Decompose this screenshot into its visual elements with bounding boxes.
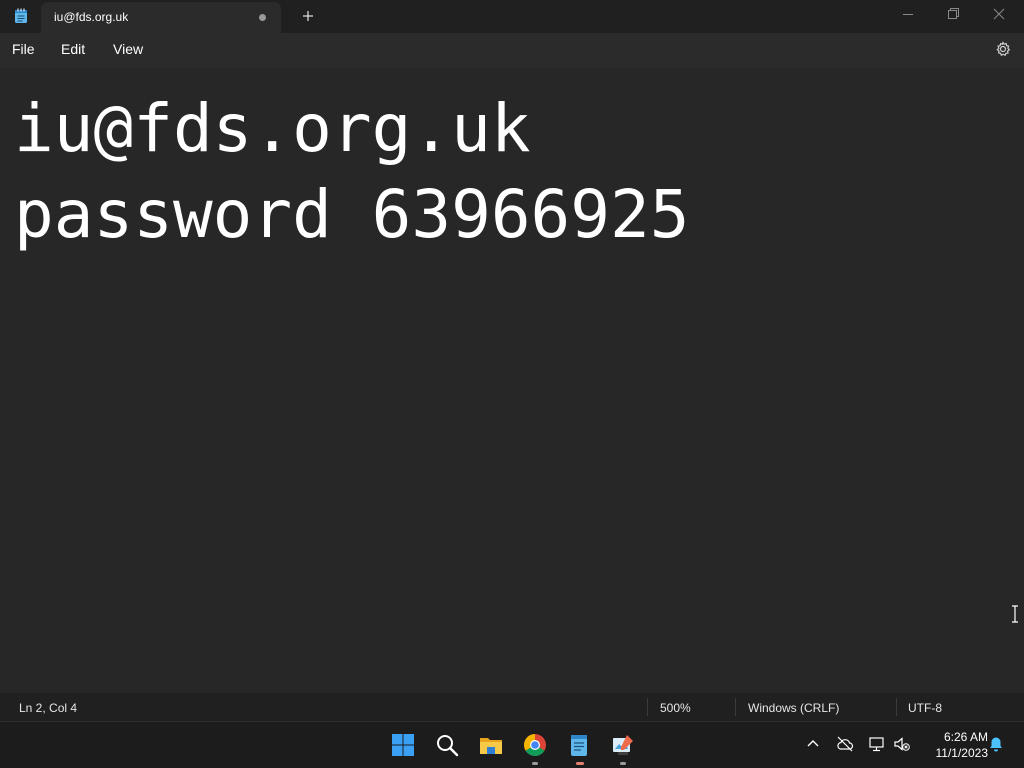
gear-icon[interactable] (993, 39, 1013, 59)
chrome-icon[interactable] (522, 732, 548, 758)
minimize-icon[interactable] (885, 0, 931, 30)
start-icon[interactable] (390, 732, 416, 758)
file-explorer-icon[interactable] (478, 732, 504, 758)
menu-edit[interactable]: Edit (61, 41, 85, 57)
restore-icon[interactable] (930, 0, 976, 30)
plus-icon[interactable] (296, 5, 320, 27)
text-cursor-icon (1012, 605, 1018, 623)
editor-line: password 63966925 (14, 176, 690, 253)
running-indicator (532, 762, 538, 765)
clock-time: 6:26 AM (943, 730, 988, 744)
encoding[interactable]: UTF-8 (908, 701, 942, 715)
menu-view[interactable]: View (113, 41, 143, 57)
text-editor[interactable]: iu@fds.org.uk password 63966925 (0, 68, 1024, 693)
clock-date: 11/1/2023 (935, 746, 989, 760)
editor-line: iu@fds.org.uk (14, 90, 531, 167)
active-indicator (576, 762, 584, 765)
zoom-level[interactable]: 500% (660, 701, 691, 715)
cursor-position[interactable]: Ln 2, Col 4 (19, 701, 77, 715)
tab-title: iu@fds.org.uk (54, 10, 129, 24)
taskbar: 6:26 AM 11/1/2023 (0, 721, 1024, 768)
editor-text[interactable]: iu@fds.org.uk password 63966925 (14, 86, 690, 258)
volume-muted-icon[interactable] (893, 735, 911, 753)
status-divider (647, 698, 648, 716)
network-icon[interactable] (868, 735, 886, 753)
search-icon[interactable] (434, 732, 460, 758)
notification-bell-icon[interactable] (987, 735, 1005, 753)
document-tab[interactable]: iu@fds.org.uk (41, 2, 281, 33)
status-divider (896, 698, 897, 716)
chevron-up-icon[interactable] (804, 735, 822, 753)
clock[interactable]: 6:26 AM 11/1/2023 (918, 729, 989, 761)
menu-bar: File Edit View (0, 33, 1024, 68)
cloud-offline-icon[interactable] (836, 735, 854, 753)
close-icon[interactable] (976, 0, 1022, 30)
line-ending[interactable]: Windows (CRLF) (748, 701, 839, 715)
menu-file[interactable]: File (12, 41, 35, 57)
notepad-icon[interactable] (566, 732, 592, 758)
unsaved-indicator-icon[interactable] (259, 14, 266, 21)
title-bar: iu@fds.org.uk (0, 0, 1024, 33)
paint-icon[interactable] (610, 732, 636, 758)
status-divider (735, 698, 736, 716)
notepad-icon (15, 8, 27, 23)
status-bar: Ln 2, Col 4 500% Windows (CRLF) UTF-8 (0, 693, 1024, 721)
running-indicator (620, 762, 626, 765)
